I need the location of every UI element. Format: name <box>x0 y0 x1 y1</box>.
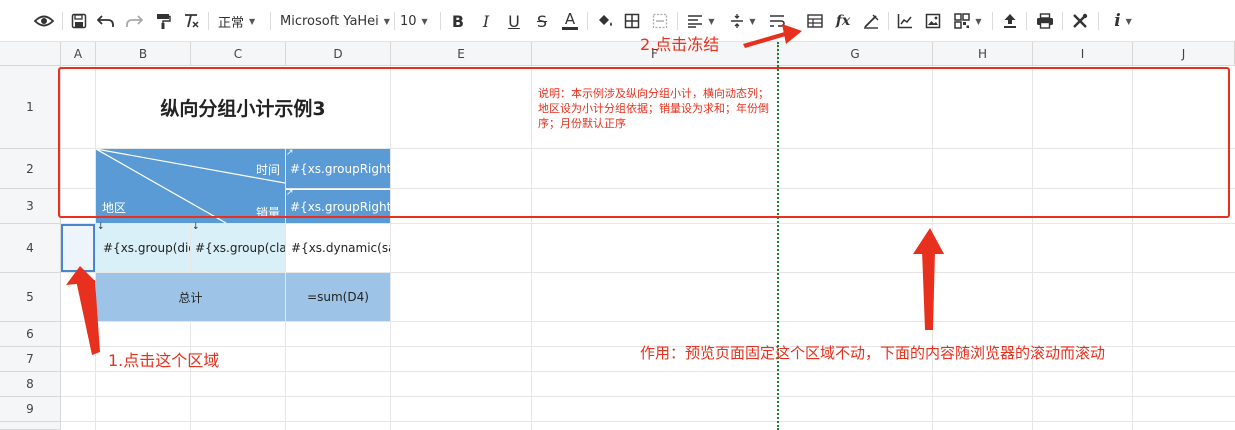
merge-cells-icon[interactable] <box>649 9 671 33</box>
toolbar-divider <box>270 12 271 30</box>
column-header-e[interactable]: E <box>391 42 532 66</box>
expand-down-marker: ↓ <box>192 222 200 232</box>
undo-icon[interactable] <box>94 9 118 33</box>
column-header-g[interactable]: G <box>778 42 933 66</box>
line-chart-icon[interactable] <box>894 9 916 33</box>
column-header-b[interactable]: B <box>96 42 191 66</box>
toolbar-divider <box>394 12 395 30</box>
underline-icon[interactable]: U <box>503 9 525 33</box>
expand-down-marker: ↓ <box>97 222 105 232</box>
toolbar-divider <box>992 12 993 30</box>
select-all-corner[interactable] <box>0 42 61 66</box>
info-icon[interactable]: i ▼ <box>1106 9 1140 33</box>
toolbar-divider <box>888 12 889 30</box>
toolbar-divider <box>440 12 441 30</box>
step2-annotation: 2.点击冻结 <box>640 35 720 54</box>
print-icon[interactable] <box>1034 9 1056 33</box>
gridline <box>61 321 1235 322</box>
strikethrough-icon[interactable]: S <box>531 9 553 33</box>
toolbar: 正常 ▼ Microsoft YaHei ▼ 10 ▼ B I U S A ▼ ▼ f… <box>0 0 1235 42</box>
upload-icon[interactable] <box>999 9 1021 33</box>
cell-b4[interactable]: #{xs.group(diq <box>96 224 190 272</box>
total-label-cell[interactable]: 总计 <box>96 273 285 321</box>
fill-color-icon[interactable] <box>593 9 617 33</box>
selected-cell-a4[interactable] <box>61 224 95 272</box>
vertical-align-icon[interactable]: ▼ <box>726 9 760 33</box>
redo-icon[interactable] <box>122 9 146 33</box>
toolbar-divider <box>677 12 678 30</box>
cell-c4[interactable]: #{xs.group(clas <box>191 224 285 272</box>
toolbar-divider <box>1098 12 1099 30</box>
row-header-3[interactable]: 3 <box>0 189 61 224</box>
row-header-7[interactable]: 7 <box>0 347 61 372</box>
row-header-8[interactable]: 8 <box>0 372 61 397</box>
save-icon[interactable] <box>68 9 90 33</box>
row-header-10[interactable] <box>0 422 61 430</box>
toolbar-divider <box>1062 12 1063 30</box>
effect-annotation: 作用：预览页面固定这个区域不动，下面的内容随浏览器的滚动而滚动 <box>640 344 1106 362</box>
row-header-2[interactable]: 2 <box>0 149 61 189</box>
row-header-4[interactable]: 4 <box>0 224 61 273</box>
row-header-6[interactable]: 6 <box>0 322 61 347</box>
font-color-icon[interactable]: A <box>559 9 581 33</box>
gridline <box>61 371 1235 372</box>
freeze-panes-icon[interactable] <box>804 9 826 33</box>
qrcode-icon[interactable]: ▼ <box>950 9 986 33</box>
cell-d4[interactable]: #{xs.dynamic(sal <box>286 224 390 272</box>
font-family-dropdown[interactable]: Microsoft YaHei ▼ <box>280 9 392 33</box>
text-wrap-icon[interactable] <box>766 9 788 33</box>
row-header-5[interactable]: 5 <box>0 273 61 322</box>
column-header-d[interactable]: D <box>286 42 391 66</box>
data-validation-icon[interactable] <box>860 9 882 33</box>
column-header-i[interactable]: I <box>1033 42 1133 66</box>
italic-icon[interactable]: I <box>475 9 497 33</box>
column-header-h[interactable]: H <box>933 42 1033 66</box>
style-dropdown[interactable]: 正常 ▼ <box>218 9 264 33</box>
gridline <box>61 396 1235 397</box>
gridline <box>61 421 1235 422</box>
step1-annotation: 1.点击这个区域 <box>108 351 220 370</box>
borders-icon[interactable] <box>621 9 643 33</box>
row-header-9[interactable]: 9 <box>0 397 61 422</box>
cell-d5[interactable]: =sum(D4) <box>286 273 390 321</box>
column-header-c[interactable]: C <box>191 42 286 66</box>
tools-icon[interactable] <box>1069 9 1091 33</box>
column-header-a[interactable]: A <box>61 42 96 66</box>
toolbar-divider <box>208 12 209 30</box>
freeze-region-highlight <box>58 67 1230 218</box>
image-icon[interactable] <box>922 9 944 33</box>
toolbar-divider <box>587 12 588 30</box>
row-header-1[interactable]: 1 <box>0 66 61 149</box>
preview-eye-icon[interactable] <box>32 9 56 33</box>
font-size-dropdown[interactable]: 10 ▼ <box>400 9 434 33</box>
clear-format-icon[interactable] <box>180 9 202 33</box>
formula-fx-icon[interactable]: fx <box>832 9 854 33</box>
toolbar-divider <box>1026 12 1027 30</box>
toolbar-divider <box>62 12 63 30</box>
column-header-j[interactable]: J <box>1133 42 1235 66</box>
horizontal-align-icon[interactable]: ▼ <box>684 9 718 33</box>
bold-icon[interactable]: B <box>447 9 469 33</box>
format-painter-icon[interactable] <box>152 9 174 33</box>
